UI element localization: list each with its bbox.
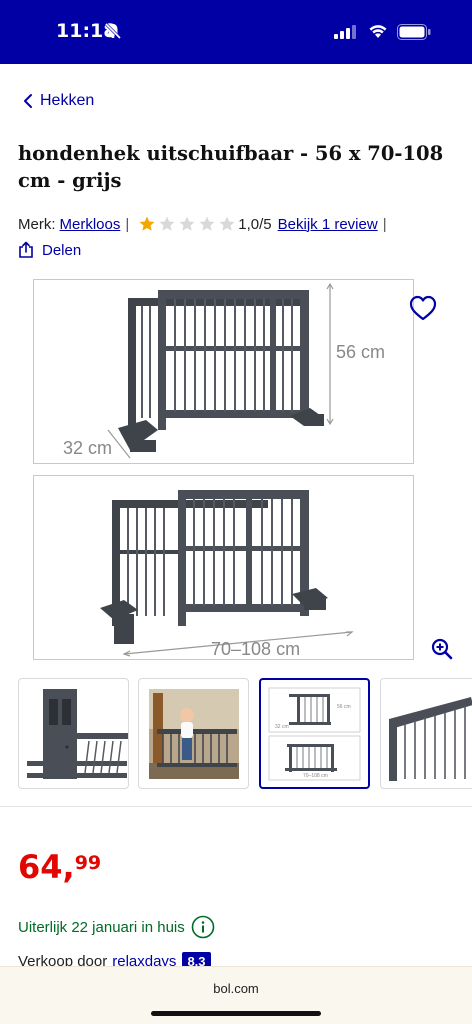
- chevron-left-icon: [24, 94, 32, 108]
- price-main: 64,: [18, 848, 75, 886]
- thumbnail-child[interactable]: [138, 678, 249, 789]
- depth-dimension-label: 32 cm: [63, 438, 113, 458]
- info-icon[interactable]: [191, 915, 215, 939]
- star-empty-icon: [219, 216, 235, 231]
- rating-value: 1,0/5: [238, 215, 272, 233]
- gate-front-view-illustration: [100, 490, 354, 657]
- price: 64, 99: [18, 850, 101, 884]
- product-meta-row: Merk: Merkloos | 1,0/5 Bekijk 1 review |: [18, 215, 392, 233]
- gate-angle-thumbnail-image: [389, 697, 472, 781]
- thumbnail-strip[interactable]: 56 cm 32 cm 70–108 cm: [18, 678, 472, 790]
- price-cents: 99: [74, 852, 102, 874]
- home-indicator: [151, 1011, 321, 1016]
- child-gate-thumbnail-image: [149, 689, 239, 779]
- dimensions-thumbnail-image: 56 cm 32 cm 70–108 cm: [268, 687, 361, 781]
- brand-link[interactable]: Merkloos: [60, 216, 121, 233]
- favorite-button[interactable]: [408, 294, 438, 327]
- heart-icon: [409, 295, 437, 321]
- status-bar: 11:18: [0, 0, 472, 64]
- share-button[interactable]: Delen: [18, 241, 81, 259]
- thumbnail-angle[interactable]: [380, 678, 472, 789]
- product-title: hondenhek uitschuifbaar - 56 x 70-108 cm…: [18, 142, 444, 192]
- product-image-main[interactable]: 56 cm 32 cm: [33, 279, 414, 464]
- separator: |: [125, 215, 130, 233]
- height-dimension-label: 56 cm: [336, 342, 386, 362]
- back-link-label: Hekken: [40, 92, 95, 109]
- rating-stars: [138, 215, 236, 233]
- thumbnail-detail[interactable]: [18, 678, 129, 789]
- wifi-icon: [369, 25, 387, 38]
- brand-label: Merk:: [18, 215, 56, 233]
- star-empty-icon: [179, 216, 195, 231]
- star-empty-icon: [159, 216, 175, 231]
- delivery-info: Uiterlijk 22 januari in huis: [18, 915, 215, 939]
- browser-domain[interactable]: bol.com: [0, 981, 472, 996]
- share-icon: [19, 241, 33, 258]
- thumb-depth-label: 32 cm: [275, 724, 289, 730]
- gate-detail-thumbnail-image: [27, 689, 128, 779]
- battery-icon: [397, 24, 431, 40]
- zoom-button[interactable]: [431, 638, 453, 665]
- thumb-width-label: 70–108 cm: [303, 773, 328, 779]
- browser-bottom-bar: bol.com: [0, 966, 472, 1024]
- back-link[interactable]: Hekken: [22, 92, 94, 110]
- section-divider: [0, 806, 472, 807]
- delivery-text: Uiterlijk 22 januari in huis: [18, 918, 185, 936]
- thumb-height-label: 56 cm: [337, 704, 351, 710]
- share-label: Delen: [42, 241, 82, 259]
- star-empty-icon: [199, 216, 215, 231]
- thumbnail-dimensions[interactable]: 56 cm 32 cm 70–108 cm: [259, 678, 370, 789]
- zoom-in-icon: [431, 638, 453, 660]
- width-dimension-label: 70–108 cm: [211, 639, 301, 659]
- signal-icon: [334, 25, 356, 39]
- star-filled-icon: [139, 216, 155, 231]
- bell-muted-icon: [104, 22, 122, 40]
- product-image-secondary[interactable]: 70–108 cm: [33, 475, 414, 660]
- separator: |: [382, 215, 387, 233]
- review-link[interactable]: Bekijk 1 review: [278, 216, 378, 233]
